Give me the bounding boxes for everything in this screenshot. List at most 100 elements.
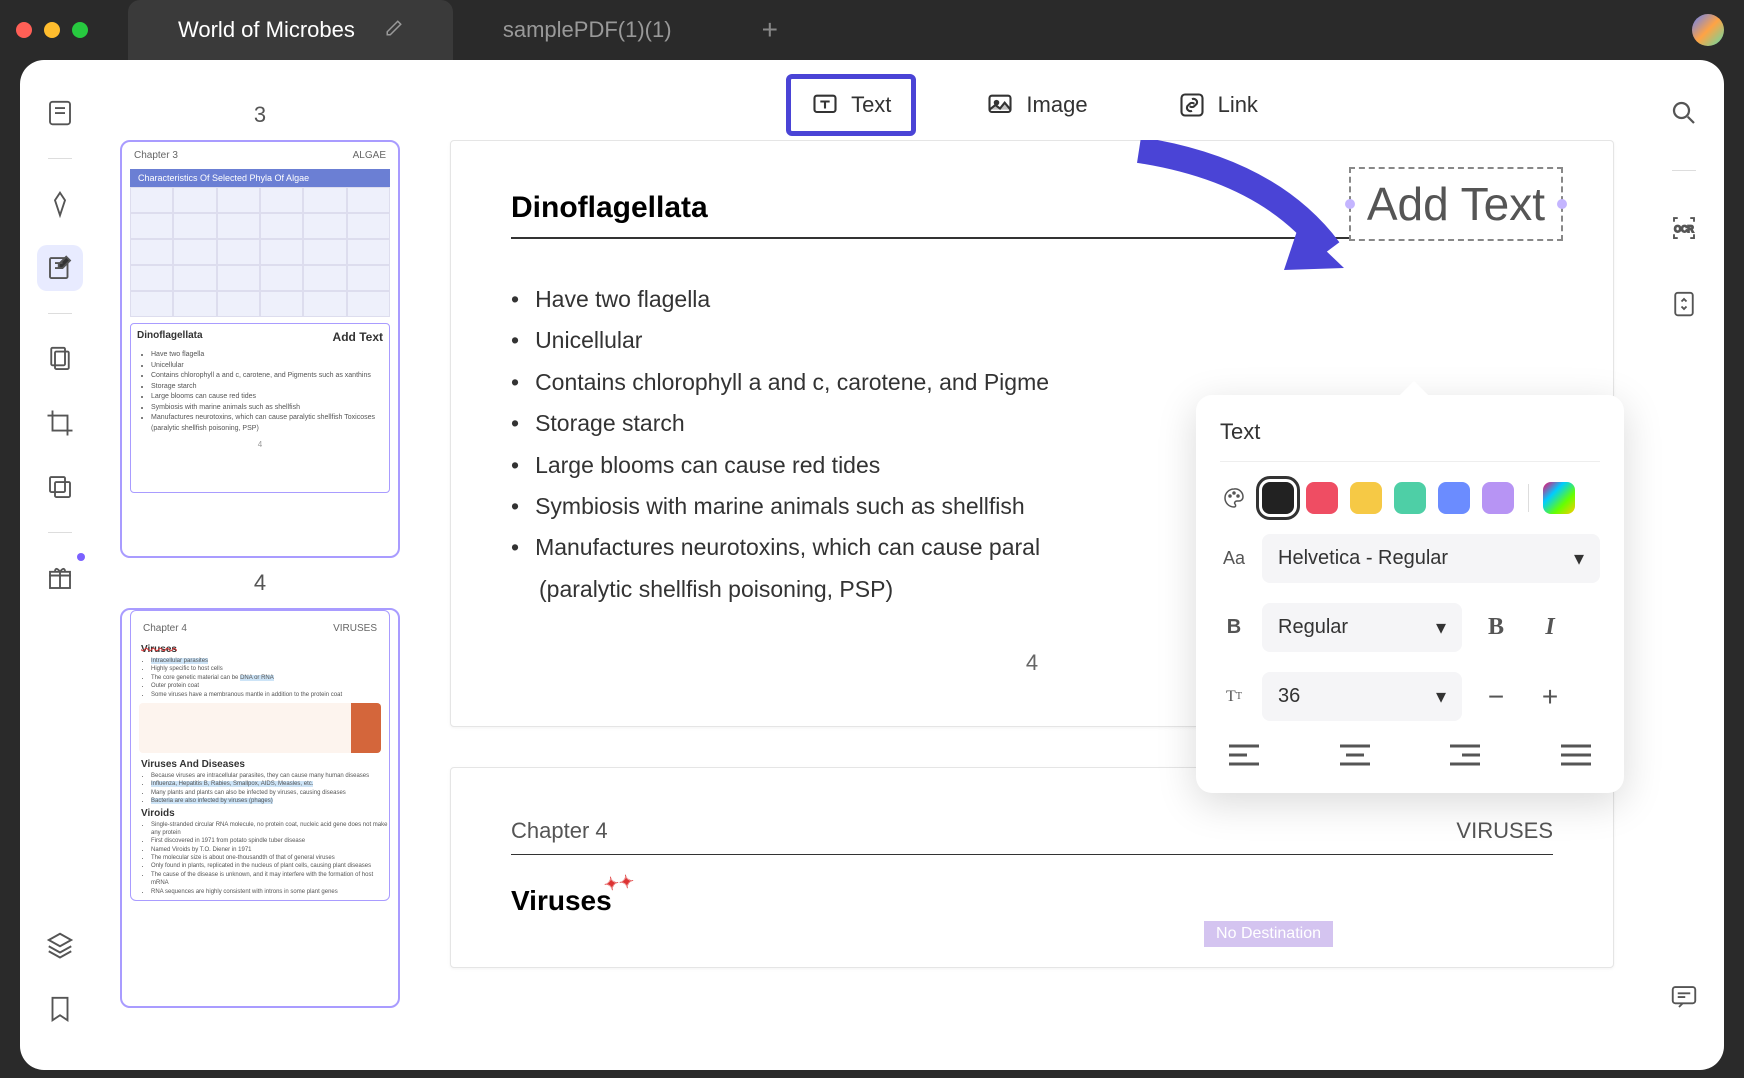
font-select[interactable]: Helvetica - Regular ▾ [1262,534,1600,583]
bold-icon: B [1220,614,1248,642]
convert-button[interactable] [1661,281,1707,327]
layers-tool[interactable] [37,922,83,968]
titlebar: World of Microbes samplePDF(1)(1) + [0,0,1744,60]
color-swatch[interactable] [1306,482,1338,514]
tool-label: Image [1026,92,1087,118]
color-custom[interactable] [1543,482,1575,514]
stamp-tool[interactable] [37,464,83,510]
list-item: Have two flagella [151,350,383,361]
increase-size-button[interactable]: + [1530,677,1570,717]
color-swatch[interactable] [1350,482,1382,514]
list-item: Symbiosis with marine animals such as sh… [151,403,383,414]
text-format-popup: Text Aa Helvetica - Regular ▾ B Regular … [1196,395,1624,793]
thumbnail-page-4[interactable]: Chapter 3 ALGAE Characteristics Of Selec… [120,140,400,558]
thumbnail-page-3[interactable] [120,60,400,90]
thumbnail-label: 3 [120,102,400,128]
decrease-size-button[interactable]: − [1476,677,1516,717]
list-item: Large blooms can cause red tides [151,392,383,403]
notification-dot [77,553,85,561]
ocr-button[interactable]: OCR [1661,205,1707,251]
thumb-diagram [139,703,381,753]
color-row [1220,482,1600,514]
size-select[interactable]: 36 ▾ [1262,672,1462,721]
weight-select[interactable]: Regular ▾ [1262,603,1462,652]
thumb-add-text: Add Text [333,330,383,344]
align-right-button[interactable] [1447,741,1483,769]
palette-icon [1220,484,1248,512]
thumb-page-number: 4 [137,440,383,449]
divider [48,313,72,314]
search-button[interactable] [1661,90,1707,136]
list-item: Unicellular [151,361,383,372]
list-item: Have two flagella [511,279,1553,320]
thumb-subject: ALGAE [353,150,386,161]
popup-title: Text [1220,419,1600,445]
color-swatch[interactable] [1438,482,1470,514]
left-toolbar [20,60,100,1070]
highlighter-tool[interactable] [37,181,83,227]
subject-label: VIRUSES [1456,818,1553,844]
gift-tool[interactable] [37,555,83,601]
weight-row: B Regular ▾ B I [1220,603,1600,652]
document-tabs: World of Microbes samplePDF(1)(1) + [128,0,778,60]
pencil-icon[interactable] [385,17,403,43]
clipboard-tool[interactable] [37,336,83,382]
thumb-section-viroids: Viroids [131,806,389,821]
page-header: Chapter 4 VIRUSES [511,818,1553,855]
tool-label: Link [1218,92,1258,118]
thumbnail-page-5[interactable]: Chapter 4 VIRUSES Viruses Intracellular … [120,608,400,1008]
app-logo-icon [1692,14,1724,46]
bold-button[interactable]: B [1476,608,1516,648]
add-text-placeholder[interactable]: Add Text [1349,167,1563,241]
thumb-chapter: Chapter 3 [134,150,178,161]
align-center-button[interactable] [1337,741,1373,769]
thumb-chapter: Chapter 4 [143,623,187,634]
maximize-window-button[interactable] [72,22,88,38]
align-left-button[interactable] [1226,741,1262,769]
thumbnails-panel: 3 Chapter 3 ALGAE Characteristics Of Sel… [100,60,420,1070]
divider [48,532,72,533]
edit-tool[interactable] [37,245,83,291]
comments-button[interactable] [1661,974,1707,1020]
thumbnail-label: 4 [120,570,400,596]
page-heading: Dinoflagellata Add Text [511,191,1553,239]
list-item: Unicellular [511,320,1553,361]
scribble-annotation-icon: ✦✦ [602,871,635,896]
thumb-subject: VIRUSES [333,623,377,634]
insert-image-button[interactable]: Image [966,79,1107,131]
right-toolbar: OCR [1644,60,1724,1070]
insert-toolbar: Text Image Link [420,70,1644,140]
svg-text:OCR: OCR [1674,224,1693,234]
tab-label: World of Microbes [178,17,355,43]
chevron-down-icon: ▾ [1436,615,1446,640]
chevron-down-icon: ▾ [1574,546,1584,571]
insert-link-button[interactable]: Link [1158,79,1278,131]
color-swatch[interactable] [1262,482,1294,514]
tab-world-of-microbes[interactable]: World of Microbes [128,0,453,60]
align-justify-button[interactable] [1558,741,1594,769]
tab-label: samplePDF(1)(1) [503,17,672,43]
thumb-table-title: Characteristics Of Selected Phyla Of Alg… [130,169,390,187]
minimize-window-button[interactable] [44,22,60,38]
page-title-text: Dinoflagellata [511,191,708,225]
italic-button[interactable]: I [1530,608,1570,648]
add-tab-button[interactable]: + [762,14,778,46]
tab-samplepdf[interactable]: samplePDF(1)(1) [453,0,722,60]
page-5: Chapter 4 VIRUSES Viruses ✦✦ No Destinat… [450,767,1614,968]
no-destination-badge: No Destination [1204,921,1333,947]
size-icon: TT [1220,683,1248,711]
font-row: Aa Helvetica - Regular ▾ [1220,534,1600,583]
divider [1220,461,1600,462]
list-item: Manufactures neurotoxins, which can caus… [151,413,383,434]
reader-tool[interactable] [37,90,83,136]
color-swatch[interactable] [1394,482,1426,514]
crop-tool[interactable] [37,400,83,446]
insert-text-button[interactable]: Text [786,74,916,136]
bookmark-tool[interactable] [37,986,83,1032]
tool-label: Text [851,92,891,118]
color-swatch[interactable] [1482,482,1514,514]
list-item: Storage starch [151,382,383,393]
size-row: TT 36 ▾ − + [1220,672,1600,721]
close-window-button[interactable] [16,22,32,38]
align-row [1220,741,1600,769]
